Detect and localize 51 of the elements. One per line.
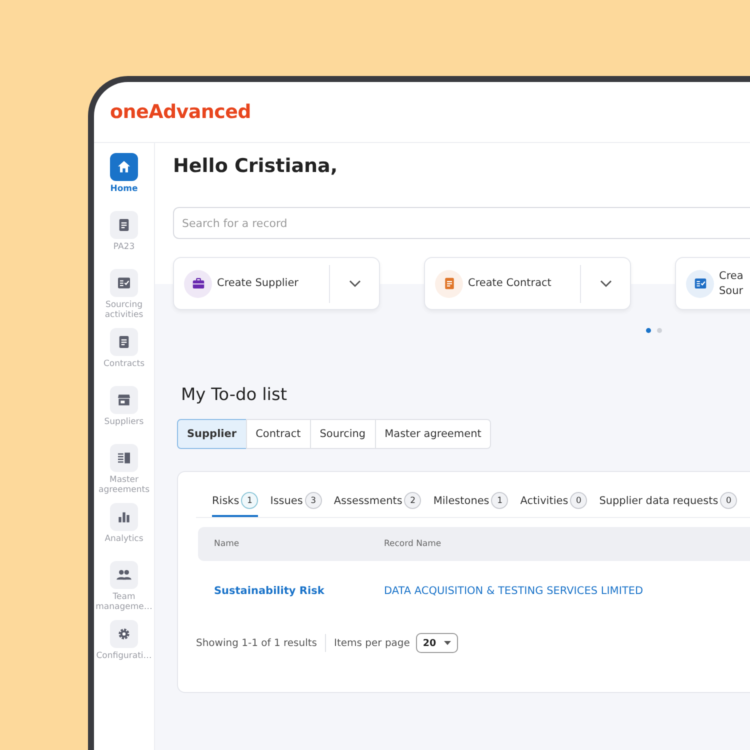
subtab[interactable]: Issues 3 xyxy=(270,492,322,517)
category-tab[interactable]: Sourcing xyxy=(310,419,376,449)
home-icon[interactable] xyxy=(110,153,138,181)
subtab[interactable]: Activities 0 xyxy=(520,492,588,517)
count-badge: 0 xyxy=(570,492,588,509)
chevron-down-icon xyxy=(348,280,360,288)
checklist-icon[interactable] xyxy=(110,269,138,297)
logo: oneAdvanced xyxy=(110,101,251,123)
count-badge: 3 xyxy=(304,492,322,509)
list-icon[interactable] xyxy=(110,444,138,472)
count-badge: 1 xyxy=(241,492,258,509)
subtab[interactable]: Risks 1 xyxy=(212,492,258,517)
category-tab[interactable]: Master agreement xyxy=(374,419,492,449)
greeting: Hello Cristiana, xyxy=(173,155,339,177)
caret-icon xyxy=(444,641,451,645)
count-badge: 2 xyxy=(404,492,422,509)
action-card[interactable]: Create Contract xyxy=(424,257,631,310)
chevron-down-icon xyxy=(600,280,612,288)
column-header: Record Name xyxy=(384,539,442,549)
action-card[interactable]: Crea Sour xyxy=(675,257,750,310)
document-icon[interactable] xyxy=(110,328,138,356)
carousel-dot[interactable] xyxy=(657,328,662,333)
category-tab[interactable]: Supplier xyxy=(177,419,247,449)
count-badge: 0 xyxy=(720,492,738,509)
search-field[interactable]: Search for a record xyxy=(173,207,750,239)
store-icon[interactable] xyxy=(110,386,138,414)
column-header: Name xyxy=(213,539,240,549)
category-tab[interactable]: Contract xyxy=(246,419,311,449)
per-page-label: Items per page xyxy=(334,638,410,648)
action-card[interactable]: Create Supplier xyxy=(173,257,380,310)
table-link[interactable]: Sustainability Risk xyxy=(214,585,324,597)
subtab[interactable]: Milestones 1 xyxy=(433,492,508,517)
briefcase-icon xyxy=(184,270,212,298)
results-summary: Showing 1-1 of 1 results xyxy=(196,638,317,648)
action-label[interactable]: Create Supplier xyxy=(217,276,329,291)
bar-chart-icon[interactable] xyxy=(110,503,138,531)
table-link[interactable]: DATA ACQUISITION & TESTING SERVICES LIMITED xyxy=(384,585,644,597)
action-label[interactable]: Create Contract xyxy=(468,276,580,291)
count-badge: 1 xyxy=(491,492,508,509)
checklist-icon xyxy=(686,270,714,298)
nav-label[interactable]: Home xyxy=(110,184,138,194)
per-page-select[interactable]: 20 xyxy=(416,633,458,653)
carousel-dot[interactable] xyxy=(646,328,651,333)
subtab[interactable]: Supplier data requests 0 xyxy=(599,492,738,517)
people-icon[interactable] xyxy=(110,561,138,589)
section-title: My To-do list xyxy=(181,385,288,405)
document-icon xyxy=(435,270,463,298)
action-label[interactable]: Crea Sour xyxy=(719,268,746,298)
settings-icon[interactable] xyxy=(110,620,138,648)
document-icon[interactable] xyxy=(110,211,138,239)
subtab[interactable]: Assessments 2 xyxy=(334,492,422,517)
